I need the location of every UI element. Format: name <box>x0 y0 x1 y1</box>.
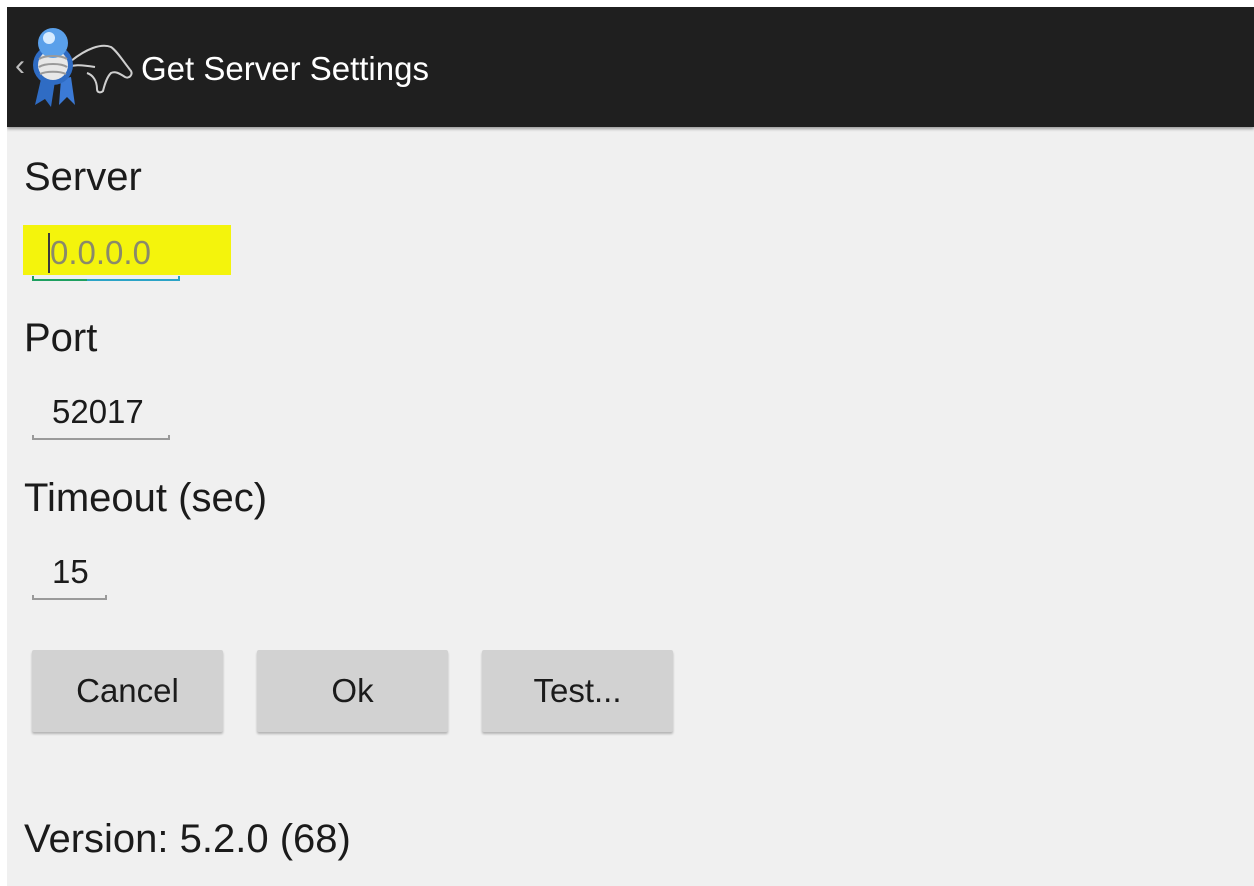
port-underline <box>32 435 170 440</box>
chevron-left-icon[interactable]: ‹ <box>15 51 29 81</box>
ok-button[interactable]: Ok <box>257 650 448 732</box>
test-button[interactable]: Test... <box>482 650 673 732</box>
server-input[interactable]: 0.0.0.0 <box>32 231 180 281</box>
ribbon-horse-logo-icon[interactable] <box>31 21 135 109</box>
timeout-input[interactable]: 15 <box>32 550 107 600</box>
page-title: Get Server Settings <box>141 50 429 87</box>
cancel-button[interactable]: Cancel <box>32 650 223 732</box>
port-input[interactable]: 52017 <box>32 390 170 440</box>
version-text: Version: 5.2.0 (68) <box>24 817 351 861</box>
timeout-underline <box>32 595 107 600</box>
server-underline-accent <box>32 276 87 281</box>
port-label: Port <box>24 316 98 360</box>
server-label: Server <box>24 155 142 199</box>
server-value: 0.0.0.0 <box>50 234 151 271</box>
port-value: 52017 <box>52 393 144 430</box>
action-bar: ‹ Get Server Settings <box>7 7 1254 127</box>
app-screen: ‹ Get Server Settings Server 0.0.0.0 Por… <box>7 7 1254 886</box>
timeout-value: 15 <box>52 553 89 590</box>
timeout-label: Timeout (sec) <box>24 476 268 520</box>
